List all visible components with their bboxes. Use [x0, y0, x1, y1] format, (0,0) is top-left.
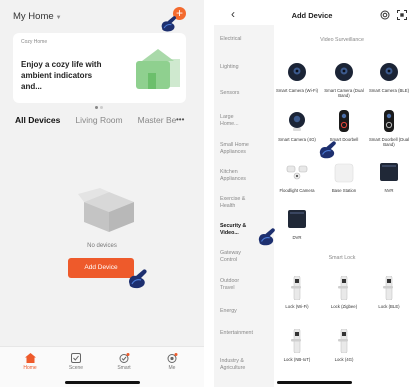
category-sensors[interactable]: Sensors — [220, 90, 272, 97]
dvr-icon — [288, 210, 306, 228]
device-tile-lock-ble[interactable]: Lock (BLE) — [366, 276, 410, 309]
lock-icon — [338, 329, 348, 353]
add-device-button[interactable]: Add Device — [68, 258, 134, 278]
nav-home[interactable]: Home — [10, 353, 50, 371]
device-label: Smart Camera (Dual Band) — [324, 88, 364, 98]
category-kitchen-appliances[interactable]: Kitchen Appliances — [220, 169, 260, 182]
device-tile-nvr[interactable]: NVR — [366, 160, 410, 193]
device-label: Lock (NB-IoT) — [283, 357, 311, 362]
device-label: NVR — [384, 188, 394, 193]
house-illustration-icon — [136, 49, 180, 89]
category-electrical[interactable]: Electrical — [220, 36, 272, 43]
smart-icon — [119, 353, 129, 363]
nav-me[interactable]: Me — [152, 353, 192, 371]
tab-master-bedroom[interactable]: Master Be — [138, 115, 177, 125]
hand-pointer-icon — [258, 228, 275, 246]
category-energy[interactable]: Energy — [220, 308, 272, 315]
nav-me-label: Me — [168, 365, 176, 371]
scan-wifi-icon[interactable] — [380, 10, 390, 20]
device-tile-doorbell[interactable]: Smart Doorbell — [321, 109, 367, 142]
device-tile-dvr[interactable]: DVR — [274, 207, 320, 240]
device-tile-camera-ble[interactable]: Smart Camera (BLE) — [366, 60, 410, 93]
home-indicator — [277, 381, 352, 384]
empty-state-text: No devices — [87, 243, 117, 249]
home-indicator — [65, 381, 140, 384]
hand-pointer-icon — [319, 141, 336, 159]
category-lighting[interactable]: Lighting — [220, 64, 272, 71]
device-tile-floodlight[interactable]: Floodlight Camera — [274, 160, 320, 193]
device-tile-camera-dual[interactable]: Smart Camera (Dual Band) — [321, 60, 367, 98]
tab-all-devices[interactable]: All Devices — [15, 115, 60, 125]
device-tile-camera-wifi[interactable]: Smart Camera (Wi-Fi) — [274, 60, 320, 93]
home-screen: My Home ▼ + Cozy Home Enjoy a cozy life w… — [0, 0, 204, 387]
device-label: Smart Camera (4G) — [278, 137, 316, 142]
camera-icon — [335, 63, 353, 81]
category-exercise-health[interactable]: Exercise & Health — [220, 196, 252, 209]
category-small-home-appliances[interactable]: Small Home Appliances — [220, 142, 262, 155]
nvr-icon — [380, 163, 398, 181]
nav-scene-label: Scene — [68, 365, 84, 371]
device-label: Lock (BLE) — [378, 304, 400, 309]
profile-icon — [167, 353, 177, 363]
banner-pagination — [95, 96, 109, 109]
device-tile-lock-zigbee[interactable]: Lock (Zigbee) — [321, 276, 367, 309]
category-gateway-control[interactable]: Gateway Control — [220, 250, 254, 263]
more-icon[interactable]: ••• — [176, 115, 184, 124]
device-tile-lock-4g[interactable]: Lock (4G) — [321, 329, 367, 362]
promo-banner[interactable]: Cozy Home Enjoy a cozy life with ambient… — [13, 33, 186, 109]
nav-scene[interactable]: Scene — [56, 353, 96, 371]
doorbell-icon — [384, 110, 394, 132]
device-label: Smart Camera (Wi-Fi) — [275, 88, 318, 93]
device-label: Base Station — [331, 188, 357, 193]
section-video-surveillance: Video Surveillance — [320, 37, 364, 43]
category-large-home[interactable]: Large Home... — [220, 114, 248, 127]
device-label: Lock (4G) — [334, 357, 354, 362]
camera-icon — [289, 112, 305, 131]
home-icon — [24, 353, 36, 363]
home-selector[interactable]: My Home ▼ — [13, 11, 62, 22]
device-label: Lock (Zigbee) — [330, 304, 358, 309]
doorbell-icon — [339, 110, 349, 132]
device-label: Smart Doorbell (Dual Band) — [368, 137, 410, 147]
tab-living-room[interactable]: Living Room — [75, 115, 122, 125]
category-sidebar: Electrical Lighting Sensors Large Home..… — [214, 25, 274, 387]
device-label: Lock (Wi-Fi) — [285, 304, 309, 309]
hand-pointer-icon — [161, 16, 177, 32]
empty-box-icon — [78, 188, 134, 232]
camera-icon — [380, 63, 398, 81]
nav-smart[interactable]: Smart — [104, 353, 144, 371]
base-station-icon — [334, 163, 354, 183]
lock-icon — [291, 276, 301, 300]
device-tile-lock-nbiot[interactable]: Lock (NB-IoT) — [274, 329, 320, 362]
device-tile-base-station[interactable]: Base Station — [321, 160, 367, 193]
scan-qr-icon[interactable] — [397, 10, 407, 20]
scene-icon — [71, 353, 81, 363]
lock-icon — [291, 329, 301, 353]
floodlight-camera-icon — [286, 165, 308, 180]
section-smart-lock: Smart Lock — [328, 255, 356, 261]
add-device-screen: ‹ Add Device Electrical Lighting Sensors… — [214, 0, 410, 387]
device-tile-lock-wifi[interactable]: Lock (Wi-Fi) — [274, 276, 320, 309]
device-label: Floodlight Camera — [279, 188, 315, 193]
device-tile-camera-4g[interactable]: Smart Camera (4G) — [274, 109, 320, 142]
nav-smart-label: Smart — [117, 365, 131, 371]
room-tabs: All Devices Living Room Master Be — [15, 115, 191, 125]
lock-icon — [338, 276, 348, 300]
category-outdoor-travel[interactable]: Outdoor Travel — [220, 278, 252, 291]
home-title: My Home — [13, 11, 54, 22]
device-label: Smart Camera (BLE) — [368, 88, 410, 93]
category-industry-agriculture[interactable]: Industry & Agriculture — [220, 358, 258, 371]
camera-icon — [288, 63, 306, 81]
device-tile-doorbell-dual[interactable]: Smart Doorbell (Dual Band) — [366, 109, 410, 147]
lock-icon — [383, 276, 393, 300]
category-security-video[interactable]: Security & Video... — [220, 223, 258, 236]
banner-tag: Cozy Home — [21, 39, 48, 45]
device-label: DVR — [292, 235, 302, 240]
nav-home-label: Home — [23, 365, 37, 371]
hand-pointer-icon — [129, 269, 147, 289]
banner-text: Enjoy a cozy life with ambient indicator… — [21, 60, 102, 91]
category-entertainment[interactable]: Entertainment — [220, 330, 253, 337]
chevron-down-icon: ▼ — [55, 15, 62, 21]
